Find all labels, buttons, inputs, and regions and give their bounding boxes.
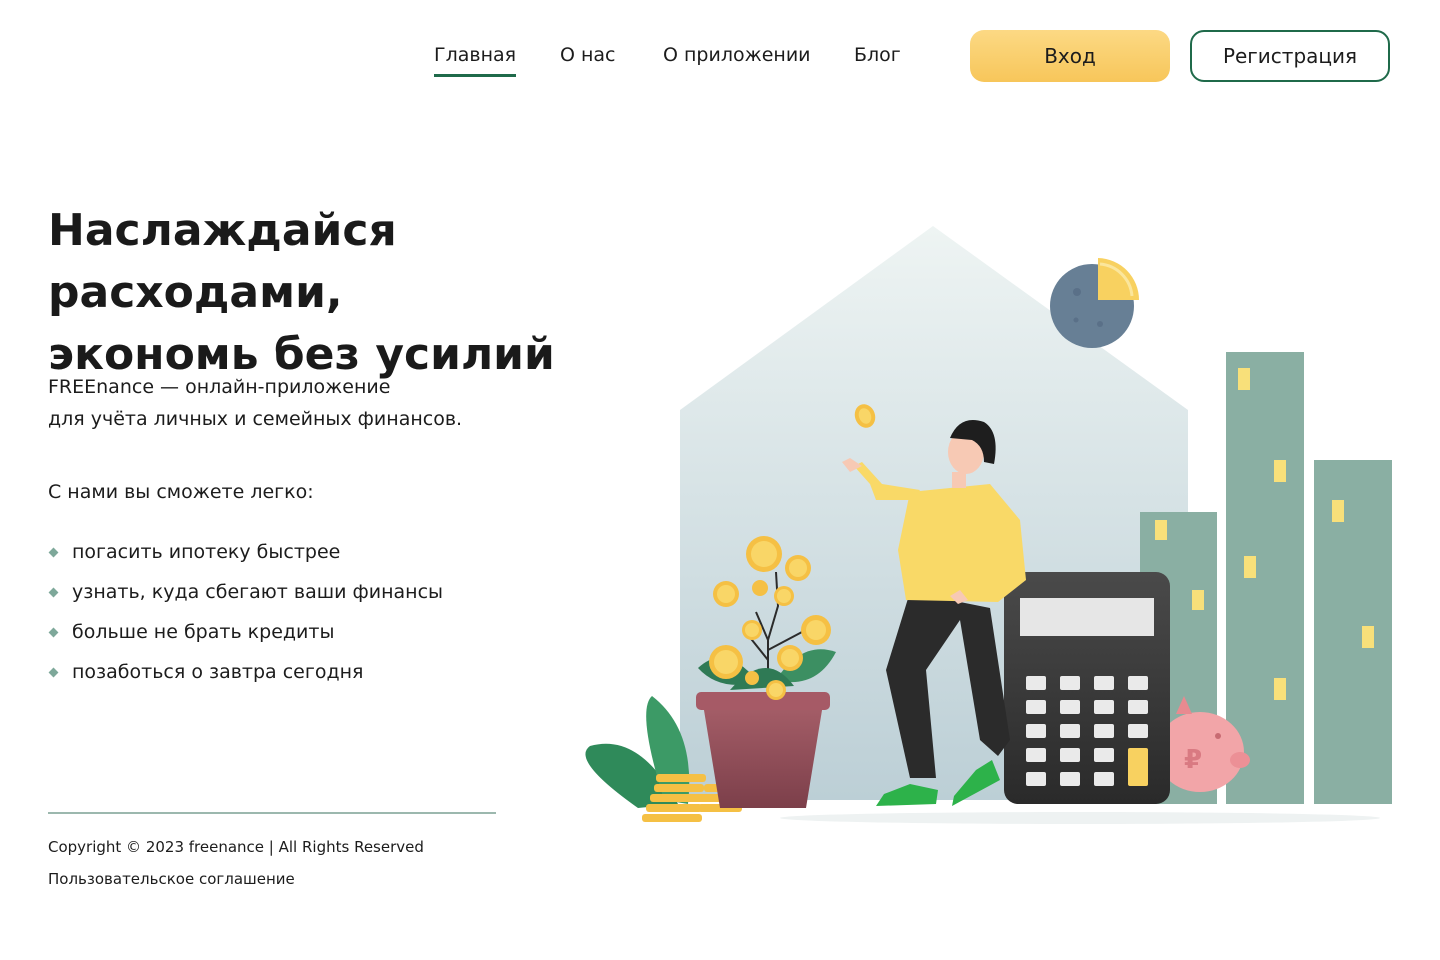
pie-chart-icon [1050,258,1139,348]
diamond-bullet-icon [48,627,59,637]
nav-link-about[interactable]: О нас [560,44,616,66]
diamond-bullet-icon [48,547,59,557]
feature-text: больше не брать кредиты [72,621,335,643]
feature-text: узнать, куда сбегают ваши финансы [72,581,444,603]
diamond-bullet-icon [48,587,59,597]
footer-divider [48,812,496,814]
login-button[interactable]: Вход [970,30,1170,82]
feature-item: узнать, куда сбегают ваши финансы [48,572,443,612]
feature-text: погасить ипотеку быстрее [72,541,341,563]
svg-text:₽: ₽ [1184,745,1202,775]
feature-text: позаботься о завтра сегодня [72,661,364,683]
nav-link-blog[interactable]: Блог [854,44,901,66]
feature-item: позаботься о завтра сегодня [48,652,443,692]
top-navigation: Главная О нас О приложении Блог Вход Рег… [0,0,1440,110]
feature-item: больше не брать кредиты [48,612,443,652]
register-button[interactable]: Регистрация [1190,30,1390,82]
hero-description-line-2: для учёта личных и семейных финансов. [48,408,463,430]
features-lead: С нами вы сможете легко: [48,481,314,503]
user-agreement-link[interactable]: Пользовательское соглашение [48,870,295,888]
nav-link-home[interactable]: Главная [434,44,517,77]
hero-description: FREEnance — онлайн-приложение для учёта … [48,371,568,435]
features-list: погасить ипотеку быстрее узнать, куда сб… [48,532,443,692]
diamond-bullet-icon [48,667,59,677]
calculator-icon [1004,572,1170,804]
copyright-text: Copyright © 2023 freenance | All Rights … [48,838,424,856]
hero-illustration: ₽ [585,226,1392,824]
feature-item: погасить ипотеку быстрее [48,532,443,572]
nav-link-app[interactable]: О приложении [663,44,811,66]
hero-title-line-1: Наслаждайся расходами, [48,205,397,318]
hero-description-line-1: FREEnance — онлайн-приложение [48,376,391,398]
